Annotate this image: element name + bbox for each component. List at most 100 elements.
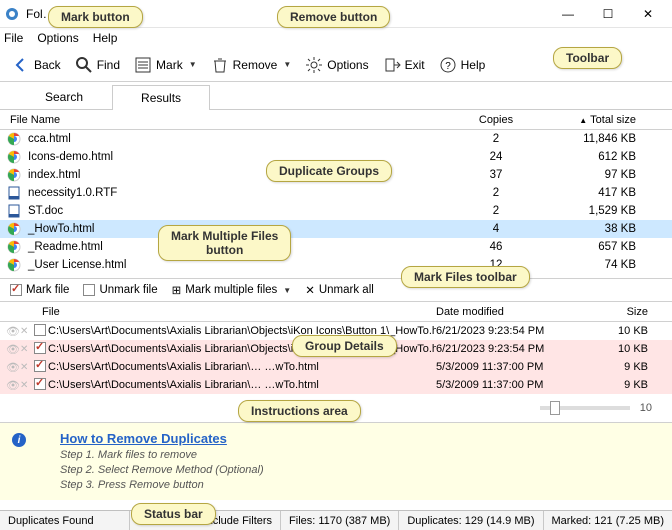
table-row[interactable]: _Readme.html 46 657 KB bbox=[0, 238, 672, 256]
close-button[interactable]: ✕ bbox=[628, 2, 668, 26]
exit-button[interactable]: Exit bbox=[377, 53, 431, 77]
file-name: ST.doc bbox=[28, 205, 456, 217]
app-icon bbox=[4, 6, 20, 22]
instruction-step: Step 2. Select Remove Method (Optional) bbox=[60, 464, 660, 476]
slider-thumb[interactable] bbox=[550, 401, 560, 415]
col-totalsize[interactable]: ▲Total size bbox=[536, 114, 666, 126]
back-button[interactable]: Back bbox=[6, 53, 67, 77]
file-size: 74 KB bbox=[536, 259, 666, 271]
eye-icon[interactable]: 👁 bbox=[6, 343, 20, 356]
chrome-icon bbox=[6, 131, 22, 147]
tabs: Search Results bbox=[0, 84, 672, 110]
mark-button[interactable]: Mark ▼ bbox=[128, 53, 203, 77]
mark-multiple-files[interactable]: ⊞ Mark multiple files ▼ bbox=[172, 283, 292, 297]
file-copies: 24 bbox=[456, 151, 536, 163]
detail-row[interactable]: 👁 ✕ C:\Users\Art\Documents\Axialis Libra… bbox=[0, 322, 672, 340]
checklist-icon bbox=[134, 56, 152, 74]
dcol-size[interactable]: Size bbox=[586, 306, 666, 318]
unmark-all[interactable]: ✕ Unmark all bbox=[305, 283, 374, 297]
menubar: File Options Help bbox=[0, 28, 672, 48]
file-copies: 46 bbox=[456, 241, 536, 253]
delete-icon[interactable]: ✕ bbox=[20, 380, 34, 391]
list-icon: ⊞ bbox=[172, 283, 182, 297]
mark-file[interactable]: Mark file bbox=[10, 284, 69, 296]
detail-list[interactable]: 👁 ✕ C:\Users\Art\Documents\Axialis Libra… bbox=[0, 322, 672, 394]
menu-options[interactable]: Options bbox=[37, 31, 78, 45]
zoom-slider[interactable] bbox=[540, 406, 630, 410]
menu-help[interactable]: Help bbox=[93, 31, 118, 45]
results-columns: File Name Copies ▲Total size bbox=[0, 110, 672, 130]
unmark-file[interactable]: Unmark file bbox=[83, 284, 157, 296]
checkbox-icon bbox=[83, 284, 95, 296]
instructions-title[interactable]: How to Remove Duplicates bbox=[60, 431, 227, 446]
file-copies: 2 bbox=[456, 205, 536, 217]
col-filename[interactable]: File Name bbox=[6, 114, 456, 126]
table-row[interactable]: ST.doc 2 1,529 KB bbox=[0, 202, 672, 220]
help-button[interactable]: ? Help bbox=[433, 53, 492, 77]
eye-icon[interactable]: 👁 bbox=[6, 361, 20, 374]
file-date: 6/21/2023 9:23:54 PM bbox=[436, 325, 586, 337]
delete-icon[interactable]: ✕ bbox=[20, 362, 34, 373]
table-row[interactable]: Icons-demo.html 24 612 KB bbox=[0, 148, 672, 166]
mark-checkbox[interactable] bbox=[34, 360, 48, 375]
instructions-area: i How to Remove Duplicates Step 1. Mark … bbox=[0, 422, 672, 500]
detail-row[interactable]: 👁 ✕ C:\Users\Art\Documents\Axialis Libra… bbox=[0, 340, 672, 358]
file-size: 38 KB bbox=[536, 223, 666, 235]
x-icon: ✕ bbox=[305, 283, 315, 297]
results-list[interactable]: cca.html 2 11,846 KB Icons-demo.html 24 … bbox=[0, 130, 672, 274]
table-row[interactable]: cca.html 2 11,846 KB bbox=[0, 130, 672, 148]
status-duplicates-found: Duplicates Found bbox=[0, 511, 130, 530]
file-name: Icons-demo.html bbox=[28, 151, 456, 163]
col-copies[interactable]: Copies bbox=[456, 114, 536, 126]
tab-results[interactable]: Results bbox=[112, 85, 210, 110]
mark-checkbox[interactable] bbox=[34, 378, 48, 393]
toolbar: Back Find Mark ▼ Remove ▼ Options Exit ?… bbox=[0, 48, 672, 82]
chrome-icon bbox=[6, 257, 22, 273]
chrome-icon bbox=[6, 221, 22, 237]
table-row[interactable]: necessity1.0.RTF 2 417 KB bbox=[0, 184, 672, 202]
mark-checkbox[interactable] bbox=[34, 342, 48, 357]
maximize-button[interactable]: ☐ bbox=[588, 2, 628, 26]
file-copies: 2 bbox=[456, 187, 536, 199]
checkbox-icon bbox=[10, 284, 22, 296]
mark-checkbox[interactable] bbox=[34, 324, 48, 339]
file-size: 10 KB bbox=[586, 325, 666, 337]
eye-icon[interactable]: 👁 bbox=[6, 379, 20, 392]
detail-columns: File Date modified Size bbox=[0, 302, 672, 322]
options-button[interactable]: Options bbox=[299, 53, 374, 77]
tab-search[interactable]: Search bbox=[16, 84, 112, 109]
file-size: 97 KB bbox=[536, 169, 666, 181]
file-size: 417 KB bbox=[536, 187, 666, 199]
status-files: Files: 1170 (387 MB) bbox=[281, 511, 399, 530]
table-row[interactable]: _HowTo.html 4 38 KB bbox=[0, 220, 672, 238]
find-button[interactable]: Find bbox=[69, 53, 126, 77]
detail-row[interactable]: 👁 ✕ C:\Users\Art\Documents\Axialis Libra… bbox=[0, 376, 672, 394]
file-name: _Readme.html bbox=[28, 241, 456, 253]
file-size: 1,529 KB bbox=[536, 205, 666, 217]
dcol-date[interactable]: Date modified bbox=[436, 306, 586, 318]
detail-row[interactable]: 👁 ✕ C:\Users\Art\Documents\Axialis Libra… bbox=[0, 358, 672, 376]
dcol-file[interactable]: File bbox=[6, 306, 436, 318]
delete-icon[interactable]: ✕ bbox=[20, 326, 34, 337]
remove-button[interactable]: Remove ▼ bbox=[205, 53, 298, 77]
minimize-button[interactable]: — bbox=[548, 2, 588, 26]
instruction-step: Step 3. Press Remove button bbox=[60, 479, 660, 491]
file-path: C:\Users\Art\Documents\Axialis Librarian… bbox=[48, 343, 436, 355]
status-duplicates: Duplicates: 129 (14.9 MB) bbox=[399, 511, 543, 530]
file-date: 5/3/2009 11:37:00 PM bbox=[436, 361, 586, 373]
table-row[interactable]: index.html 37 97 KB bbox=[0, 166, 672, 184]
file-path: C:\Users\Art\Documents\Axialis Librarian… bbox=[48, 379, 436, 391]
chrome-icon bbox=[6, 239, 22, 255]
file-copies: 12 bbox=[456, 259, 536, 271]
instruction-step: Step 1. Mark files to remove bbox=[60, 449, 660, 461]
delete-icon[interactable]: ✕ bbox=[20, 344, 34, 355]
file-copies: 4 bbox=[456, 223, 536, 235]
gear-icon bbox=[305, 56, 323, 74]
menu-file[interactable]: File bbox=[4, 31, 23, 45]
help-icon: ? bbox=[439, 56, 457, 74]
zoom-value: 10 bbox=[640, 402, 652, 414]
exit-icon bbox=[383, 56, 401, 74]
app-title: Fol… bbox=[26, 7, 55, 21]
eye-icon[interactable]: 👁 bbox=[6, 325, 20, 338]
table-row[interactable]: _User License.html 12 74 KB bbox=[0, 256, 672, 274]
